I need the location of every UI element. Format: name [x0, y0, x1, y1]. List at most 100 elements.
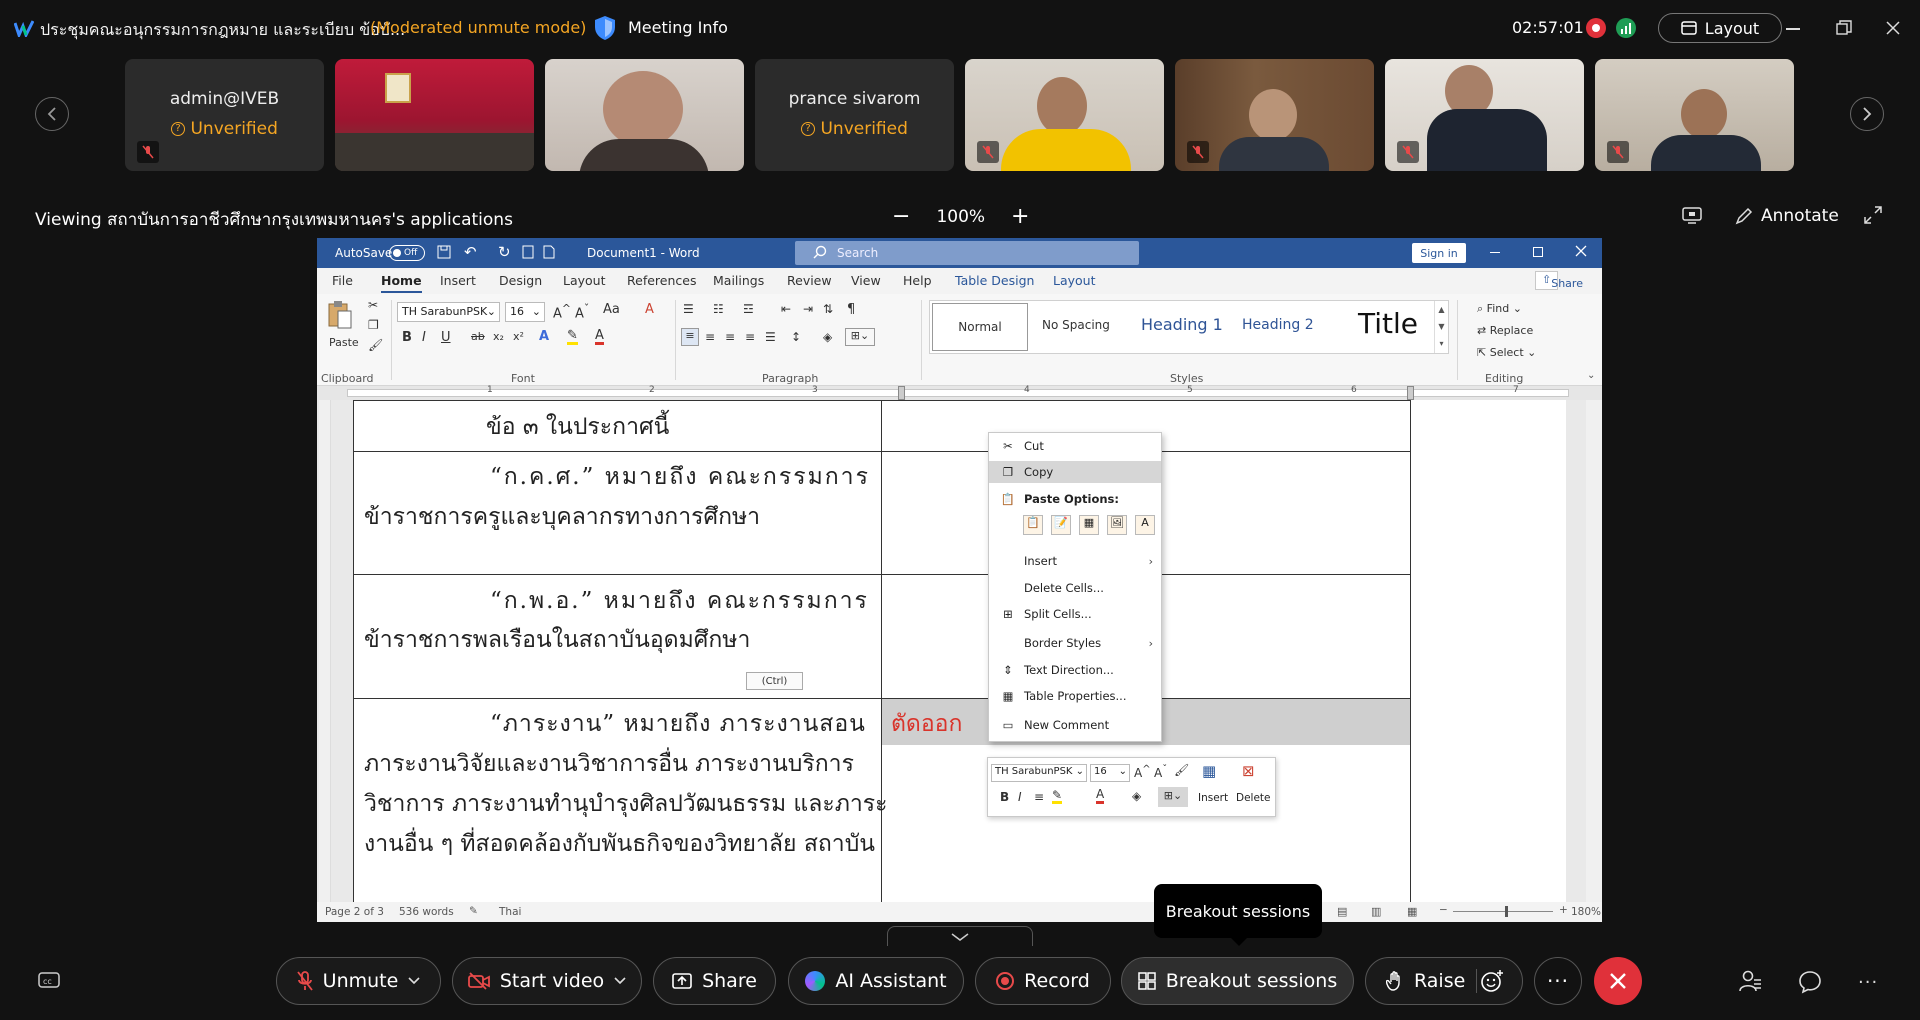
- tab-view[interactable]: View: [851, 273, 881, 288]
- menu-item-insert[interactable]: Insert ›: [989, 550, 1161, 572]
- reactions-icon[interactable]: [1480, 969, 1504, 993]
- tab-insert[interactable]: Insert: [440, 273, 476, 288]
- tab-mailings[interactable]: Mailings: [713, 273, 764, 288]
- participant-video-tile[interactable]: [965, 59, 1164, 171]
- highlight-icon[interactable]: ✎: [567, 329, 578, 345]
- style-title[interactable]: Title: [1358, 307, 1418, 340]
- mini-delete-icon[interactable]: ⊠: [1242, 762, 1255, 780]
- paste-picture-icon[interactable]: 🖼: [1107, 515, 1127, 535]
- text-effects-icon[interactable]: A: [539, 329, 549, 344]
- mini-italic-button[interactable]: I: [1018, 790, 1022, 804]
- align-left-button[interactable]: ≡: [681, 328, 699, 346]
- participant-video-tile[interactable]: [335, 59, 534, 171]
- menu-item-table-properties[interactable]: ▦ Table Properties...: [989, 685, 1161, 707]
- chat-icon[interactable]: [1798, 970, 1822, 994]
- menu-item-border-styles[interactable]: Border Styles ›: [989, 632, 1161, 654]
- previous-participants-button[interactable]: [35, 97, 69, 131]
- line-spacing-icon[interactable]: ↕: [791, 330, 801, 344]
- mini-insert-icon[interactable]: ▦: [1202, 762, 1216, 780]
- shading-icon[interactable]: ◈: [823, 330, 832, 344]
- record-button[interactable]: Record: [975, 957, 1111, 1005]
- minimize-window-button[interactable]: [1786, 28, 1800, 30]
- participant-video-tile[interactable]: [1175, 59, 1374, 171]
- copy-icon[interactable]: ❐: [368, 318, 379, 332]
- menu-item-split-cells[interactable]: ⊞ Split Cells...: [989, 603, 1161, 625]
- ruler-column-marker[interactable]: [1407, 386, 1414, 400]
- bold-button[interactable]: B: [402, 330, 412, 345]
- zoom-out-button[interactable]: −: [892, 204, 910, 229]
- collapse-ribbon-icon[interactable]: ⌄: [1587, 370, 1595, 381]
- change-case-icon[interactable]: Aa: [603, 302, 620, 317]
- styles-scroll-button[interactable]: ▲ ▼ ▾: [1434, 301, 1448, 353]
- paste-keep-source-icon[interactable]: 📋: [1023, 515, 1043, 535]
- autosave-toggle[interactable]: Off: [389, 245, 425, 261]
- style-heading-1[interactable]: Heading 1: [1141, 315, 1223, 334]
- shrink-font-icon[interactable]: Aˇ: [575, 302, 589, 321]
- tab-layout[interactable]: Layout: [563, 273, 606, 288]
- layout-button[interactable]: Layout: [1658, 13, 1782, 43]
- paste-label[interactable]: Paste: [329, 336, 359, 349]
- paste-text-only-icon[interactable]: A: [1135, 515, 1155, 535]
- share-doc-button[interactable]: ⇧ Share: [1535, 271, 1583, 290]
- decrease-indent-icon[interactable]: ⇤: [781, 302, 791, 316]
- mini-size-combo[interactable]: 16 ⌄: [1090, 764, 1130, 782]
- grow-font-icon[interactable]: A^: [553, 302, 571, 321]
- align-right-button[interactable]: ≡: [725, 330, 735, 344]
- network-health-icon[interactable]: [1616, 18, 1636, 38]
- zoom-slider-thumb[interactable]: [1505, 906, 1508, 917]
- underline-button[interactable]: U: [441, 330, 451, 345]
- chevron-down-icon[interactable]: [408, 977, 420, 985]
- close-window-button[interactable]: [1886, 21, 1900, 35]
- sign-in-button[interactable]: Sign in: [1412, 243, 1466, 263]
- participant-tile[interactable]: admin@IVEB ? Unverified: [125, 59, 324, 171]
- superscript-button[interactable]: x²: [513, 330, 524, 343]
- mini-bold-button[interactable]: B: [1000, 790, 1009, 804]
- mini-format-painter-icon[interactable]: 🖌: [1174, 763, 1189, 777]
- zoom-in-doc-button[interactable]: +: [1559, 904, 1568, 916]
- mini-font-combo[interactable]: TH SarabunPSK ⌄: [991, 764, 1087, 782]
- mini-shading-icon[interactable]: ◈: [1132, 789, 1141, 803]
- strikethrough-button[interactable]: ab: [471, 330, 485, 343]
- tab-table-design[interactable]: Table Design: [955, 273, 1034, 288]
- cut-icon[interactable]: ✂: [368, 298, 378, 312]
- mini-shrink-font-icon[interactable]: Aˇ: [1154, 764, 1167, 780]
- breakout-sessions-button[interactable]: Breakout sessions: [1121, 957, 1354, 1005]
- menu-item-delete-cells[interactable]: Delete Cells...: [989, 577, 1161, 599]
- thai-distribute-button[interactable]: ☰: [765, 330, 776, 344]
- font-color-icon[interactable]: A: [595, 329, 604, 345]
- tab-help[interactable]: Help: [903, 273, 932, 288]
- numbering-icon[interactable]: ☷: [713, 302, 724, 316]
- print-layout-icon[interactable]: ▥: [1371, 905, 1381, 918]
- ruler-column-marker[interactable]: [898, 386, 905, 400]
- mini-insert-label[interactable]: Insert: [1198, 792, 1228, 804]
- print-preview-icon[interactable]: [522, 245, 534, 259]
- participant-video-tile[interactable]: [545, 59, 744, 171]
- read-mode-icon[interactable]: ▤: [1337, 905, 1347, 918]
- redo-icon[interactable]: ↻: [498, 243, 511, 261]
- participant-tile[interactable]: prance sivarom ? Unverified: [755, 59, 954, 171]
- participant-video-tile[interactable]: [1385, 59, 1584, 171]
- menu-item-copy[interactable]: ❐ Copy: [989, 461, 1161, 483]
- paste-nest-table-icon[interactable]: ▦: [1079, 515, 1099, 535]
- italic-button[interactable]: I: [422, 330, 426, 345]
- mini-center-button[interactable]: ≡: [1034, 790, 1044, 804]
- show-marks-icon[interactable]: ¶: [847, 302, 855, 317]
- vertical-scrollbar[interactable]: [1586, 400, 1602, 902]
- menu-item-new-comment[interactable]: ▭ New Comment: [989, 714, 1161, 736]
- style-no-spacing[interactable]: No Spacing: [1042, 318, 1110, 332]
- subscript-button[interactable]: x₂: [493, 330, 504, 343]
- zoom-slider[interactable]: [1453, 911, 1553, 912]
- tab-review[interactable]: Review: [787, 273, 832, 288]
- more-options-button[interactable]: ···: [1534, 957, 1582, 1005]
- zoom-in-button[interactable]: +: [1011, 204, 1029, 229]
- new-document-icon[interactable]: [543, 245, 555, 259]
- font-name-combo[interactable]: TH SarabunPSK ⌄: [397, 302, 500, 322]
- share-button[interactable]: Share: [653, 957, 776, 1005]
- style-normal[interactable]: Normal: [932, 303, 1028, 351]
- leave-meeting-button[interactable]: [1594, 957, 1642, 1005]
- align-center-button[interactable]: ≡: [705, 330, 715, 344]
- find-button[interactable]: ⌕ Find ⌄: [1477, 302, 1522, 316]
- paste-icon[interactable]: [327, 300, 353, 330]
- borders-button[interactable]: ⊞⌄: [845, 328, 875, 346]
- mini-grow-font-icon[interactable]: A^: [1134, 764, 1151, 780]
